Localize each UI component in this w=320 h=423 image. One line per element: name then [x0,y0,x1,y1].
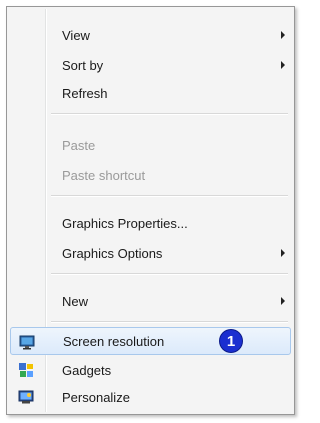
submenu-arrow-icon [281,297,285,305]
menu-item-gadgets[interactable]: Gadgets [10,356,291,384]
menu-item-label: Graphics Properties... [62,215,188,231]
menu-item-paste-shortcut: Paste shortcut [10,161,291,189]
menu-item-screen-resolution[interactable]: Screen resolution 1 [10,327,291,355]
menu-item-label: Paste shortcut [62,167,146,183]
submenu-arrow-icon [281,31,285,39]
menu-item-sort-by[interactable]: Sort by [10,51,291,79]
menu-item-label: Sort by [62,57,104,73]
menu-item-label: Refresh [62,85,108,101]
callout-number-badge: 1 [220,330,242,352]
menu-item-label: New [62,293,89,309]
menu-item-new[interactable]: New [10,287,291,315]
desktop-context-menu: View Sort by Refresh Paste Paste shortcu… [6,6,295,415]
menu-item-label: View [62,27,90,43]
menu-separator [51,321,288,323]
menu-item-view[interactable]: View [10,21,291,49]
menu-item-label: Screen resolution [63,333,165,349]
menu-separator [51,195,288,197]
menu-item-label: Gadgets [62,362,112,378]
gadgets-icon [18,362,34,378]
submenu-arrow-icon [281,249,285,257]
menu-item-refresh[interactable]: Refresh [10,79,291,107]
menu-separator [51,273,288,275]
personalize-icon [18,389,34,405]
menu-item-personalize[interactable]: Personalize [10,383,291,411]
menu-separator [51,113,288,115]
menu-item-graphics-properties[interactable]: Graphics Properties... [10,209,291,237]
menu-item-label: Personalize [62,389,130,405]
menu-item-graphics-options[interactable]: Graphics Options [10,239,291,267]
menu-item-label: Graphics Options [62,245,163,261]
monitor-icon [19,334,35,350]
menu-item-label: Paste [62,137,96,153]
menu-item-paste: Paste [10,131,291,159]
submenu-arrow-icon [281,61,285,69]
